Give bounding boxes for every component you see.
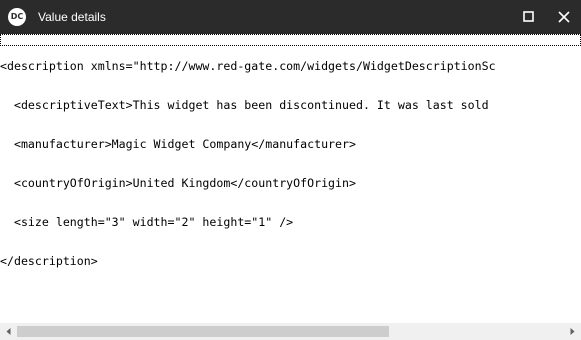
chevron-right-icon <box>570 328 575 335</box>
code-line: </description> <box>0 254 98 268</box>
scroll-right-button[interactable] <box>564 323 581 340</box>
maximize-button[interactable] <box>512 0 546 34</box>
code-line: <size length="3" width="2" height="1" /> <box>0 215 294 229</box>
window-title: Value details <box>38 10 106 24</box>
code-line: <descriptiveText>This widget has been di… <box>0 98 489 112</box>
xml-code: <description xmlns="http://www.red-gate.… <box>0 34 496 294</box>
code-line: <description xmlns="http://www.red-gate.… <box>0 59 496 73</box>
scroll-left-button[interactable] <box>0 323 17 340</box>
horizontal-scrollbar[interactable] <box>0 323 581 340</box>
code-line: <manufacturer>Magic Widget Company</manu… <box>0 137 356 151</box>
title-bar[interactable]: DC Value details <box>0 0 581 34</box>
close-button[interactable] <box>547 0 581 34</box>
scrollbar-thumb[interactable] <box>17 326 389 337</box>
xml-text-area[interactable]: <description xmlns="http://www.red-gate.… <box>0 34 581 323</box>
close-icon <box>558 11 570 23</box>
maximize-icon <box>523 11 534 22</box>
value-details-window: DC Value details <description xmlns="htt… <box>0 0 581 340</box>
app-logo-icon: DC <box>8 8 26 26</box>
chevron-left-icon <box>6 328 11 335</box>
code-line: <countryOfOrigin>United Kingdom</country… <box>0 176 356 190</box>
